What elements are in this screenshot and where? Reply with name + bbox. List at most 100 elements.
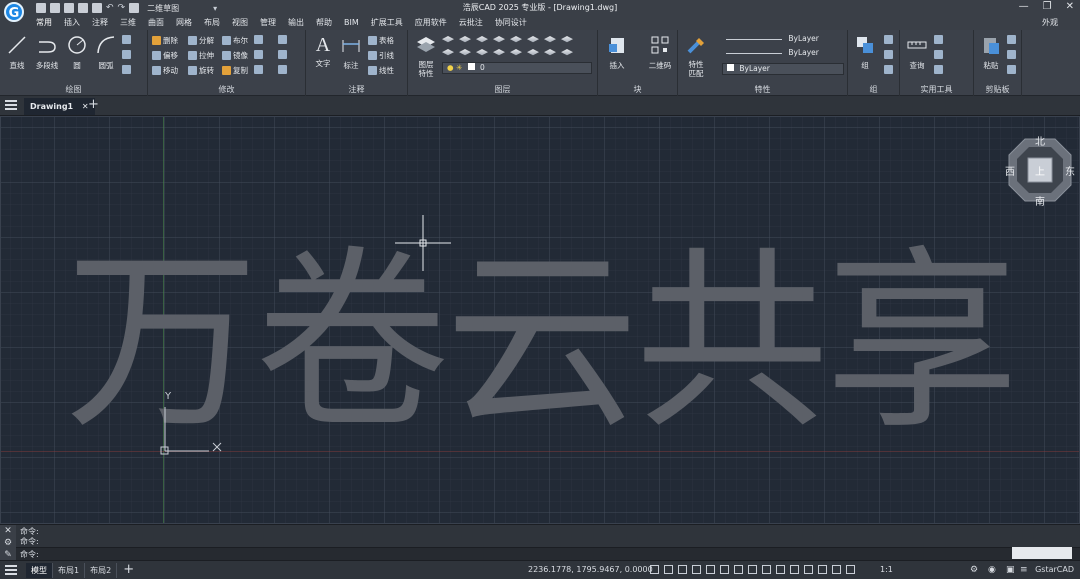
quick-select-tool[interactable] xyxy=(934,50,943,59)
layer-freeze-icon[interactable] xyxy=(510,36,522,43)
id-point-tool[interactable] xyxy=(934,65,943,74)
text-tool[interactable]: A 文字 xyxy=(310,34,336,69)
viewcube-top-face[interactable]: 上 xyxy=(1035,163,1045,178)
panel-draw-label[interactable]: 绘图 xyxy=(0,84,147,95)
add-layout-button[interactable]: + xyxy=(123,563,134,578)
infer-toggle-icon[interactable] xyxy=(678,565,687,574)
tab-help[interactable]: 帮助 xyxy=(310,17,338,29)
measure-tool[interactable]: 查询 xyxy=(904,34,930,71)
table-tool[interactable]: 表格 xyxy=(368,35,394,46)
polar-toggle-icon[interactable] xyxy=(706,565,715,574)
panel-clipboard-label[interactable]: 剪贴板 xyxy=(974,84,1021,95)
layer-unlock-icon[interactable] xyxy=(561,36,573,43)
panel-block-label[interactable]: 块 xyxy=(598,84,677,95)
arc-tool[interactable]: 圆弧 xyxy=(93,34,119,71)
document-tab[interactable]: Drawing1 ✕ xyxy=(24,98,95,115)
explode-tool[interactable]: 分解 xyxy=(188,35,214,46)
snap-toggle-icon[interactable] xyxy=(664,565,673,574)
tab-view[interactable]: 视图 xyxy=(226,17,254,29)
viewcube-east[interactable]: 东 xyxy=(1065,163,1075,178)
restore-button[interactable]: ❐ xyxy=(1043,1,1052,12)
linetype-dropdown[interactable]: ByLayer xyxy=(722,34,844,46)
layer-delete-icon[interactable] xyxy=(510,49,522,56)
panel-group-label[interactable]: 组 xyxy=(848,84,899,95)
boolean-tool[interactable]: 布尔 xyxy=(222,35,248,46)
tab-collaboration[interactable]: 协同设计 xyxy=(489,17,533,29)
layer-current-icon[interactable] xyxy=(561,49,573,56)
isolate-objects-icon[interactable]: ◉ xyxy=(988,565,996,575)
extend-tool[interactable] xyxy=(278,50,287,59)
viewcube-south[interactable]: 南 xyxy=(1035,193,1045,208)
circle-tool[interactable]: 圆 xyxy=(64,34,90,71)
viewcube[interactable]: 北 南 东 西 上 xyxy=(1005,133,1075,208)
layer-match-icon[interactable] xyxy=(442,49,454,56)
offset-tool[interactable]: 偏移 xyxy=(152,50,178,61)
polyline-tool[interactable]: 多段线 xyxy=(32,34,62,71)
layer-off-icon[interactable] xyxy=(476,36,488,43)
layer-state-icon[interactable] xyxy=(544,49,556,56)
rotate-tool[interactable]: 旋转 xyxy=(188,65,214,76)
command-input[interactable]: 命令: xyxy=(16,547,1080,560)
dyn-toggle-icon[interactable] xyxy=(776,565,785,574)
panel-annotate-label[interactable]: 注释 xyxy=(306,84,407,95)
layer-unisolate-icon[interactable] xyxy=(459,36,471,43)
qrcode-tool[interactable]: 二维码 xyxy=(646,34,674,71)
layer-previous-icon[interactable] xyxy=(459,49,471,56)
fullscreen-icon[interactable]: ▣ xyxy=(1006,565,1015,575)
layer-walk-icon[interactable] xyxy=(476,49,488,56)
appearance-menu[interactable]: 外观 xyxy=(1042,17,1058,28)
ducs-toggle-icon[interactable] xyxy=(762,565,771,574)
layer-merge-icon[interactable] xyxy=(493,49,505,56)
copy-tool[interactable]: 复制 xyxy=(222,65,248,76)
layer-copy-icon[interactable] xyxy=(527,49,539,56)
tab-home[interactable]: 常用 xyxy=(30,17,58,29)
tab-model[interactable]: 模型 xyxy=(26,563,53,578)
erase-tool[interactable]: 删除 xyxy=(152,35,178,46)
panel-modify-label[interactable]: 修改 xyxy=(148,84,305,95)
rectangle-tool[interactable] xyxy=(122,65,131,74)
lineweight-toggle-icon[interactable] xyxy=(790,565,799,574)
otrack-toggle-icon[interactable] xyxy=(748,565,757,574)
viewcube-north[interactable]: 北 xyxy=(1035,133,1045,148)
tab-cloud-markup[interactable]: 云批注 xyxy=(453,17,489,29)
panel-layers-label[interactable]: 图层 xyxy=(408,84,597,95)
calculator-tool[interactable] xyxy=(934,35,943,44)
layer-isolate-icon[interactable] xyxy=(442,36,454,43)
tab-output[interactable]: 输出 xyxy=(282,17,310,29)
group-edit-tool[interactable] xyxy=(884,50,893,59)
tab-annotate[interactable]: 注释 xyxy=(86,17,114,29)
drawing-canvas[interactable]: 万卷云共享 Y 北 南 东 西 上 xyxy=(0,116,1080,524)
status-menu-icon[interactable] xyxy=(5,565,17,577)
command-settings-icon[interactable]: ⚙ xyxy=(0,537,16,549)
new-tab-button[interactable]: + xyxy=(88,97,99,112)
tab-layout2[interactable]: 布局2 xyxy=(85,563,118,578)
tab-surface[interactable]: 曲面 xyxy=(142,17,170,29)
tab-layout1[interactable]: 布局1 xyxy=(53,563,86,578)
tab-mesh[interactable]: 网格 xyxy=(170,17,198,29)
array-tool[interactable] xyxy=(254,35,263,44)
insert-block-tool[interactable]: 插入 xyxy=(604,34,630,71)
fillet-tool[interactable] xyxy=(254,65,263,74)
group-tool[interactable]: 组 xyxy=(852,34,878,71)
auto-scale-icon[interactable] xyxy=(846,565,855,574)
break-tool[interactable] xyxy=(278,65,287,74)
move-tool[interactable]: 移动 xyxy=(152,65,178,76)
stretch-tool[interactable]: 拉伸 xyxy=(188,50,214,61)
transparency-toggle-icon[interactable] xyxy=(804,565,813,574)
close-button[interactable]: ✕ xyxy=(1066,1,1074,12)
tab-3d[interactable]: 三维 xyxy=(114,17,142,29)
point-tool[interactable] xyxy=(122,35,131,44)
cut-tool[interactable] xyxy=(1007,35,1016,44)
ungroup-tool[interactable] xyxy=(884,35,893,44)
tab-insert[interactable]: 插入 xyxy=(58,17,86,29)
group-select-tool[interactable] xyxy=(884,65,893,74)
panel-properties-label[interactable]: 特性 xyxy=(678,84,847,95)
minimize-button[interactable]: — xyxy=(1019,1,1029,12)
tab-apps[interactable]: 应用软件 xyxy=(409,17,453,29)
tab-layout[interactable]: 布局 xyxy=(198,17,226,29)
app-logo-button[interactable]: G xyxy=(4,2,24,22)
workspace-switch-icon[interactable]: ⚙ xyxy=(970,565,978,575)
viewcube-west[interactable]: 西 xyxy=(1005,163,1015,178)
trim-tool[interactable] xyxy=(254,50,263,59)
ortho-toggle-icon[interactable] xyxy=(692,565,701,574)
